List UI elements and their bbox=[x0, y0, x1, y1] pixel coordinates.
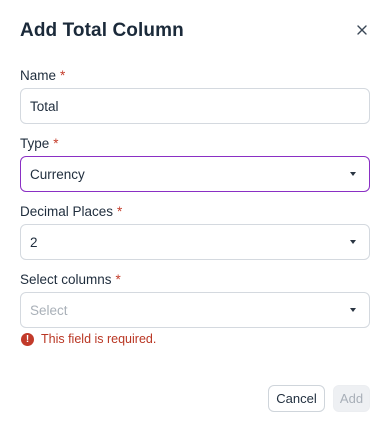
decimal-places-select[interactable]: 2 bbox=[20, 224, 370, 260]
add-total-column-dialog: Add Total Column Name * Total Type * Curre… bbox=[0, 0, 388, 436]
type-select-value: Currency bbox=[30, 166, 85, 182]
type-select[interactable]: Currency bbox=[20, 156, 370, 192]
close-icon[interactable] bbox=[354, 22, 370, 38]
decimal-places-label-text: Decimal Places bbox=[20, 204, 114, 219]
add-button[interactable]: Add bbox=[333, 385, 370, 412]
select-columns-error: ! This field is required. bbox=[21, 332, 156, 346]
name-input[interactable]: Total bbox=[20, 88, 370, 124]
name-label-text: Name bbox=[20, 68, 57, 83]
chevron-down-icon bbox=[350, 240, 356, 244]
error-icon: ! bbox=[21, 332, 34, 346]
cancel-button[interactable]: Cancel bbox=[268, 385, 325, 412]
type-label: Type * bbox=[20, 136, 59, 151]
chevron-down-icon bbox=[350, 172, 356, 176]
name-label: Name * bbox=[20, 68, 65, 83]
required-mark: * bbox=[117, 204, 123, 219]
chevron-down-icon bbox=[350, 308, 356, 312]
dialog-title: Add Total Column bbox=[20, 20, 184, 41]
required-mark: * bbox=[53, 136, 59, 151]
error-message: This field is required. bbox=[41, 332, 157, 346]
select-columns-placeholder: Select bbox=[30, 302, 68, 318]
select-columns-select[interactable]: Select bbox=[20, 292, 370, 328]
select-columns-label-text: Select columns bbox=[20, 272, 112, 287]
required-mark: * bbox=[60, 68, 66, 83]
name-input-value: Total bbox=[30, 98, 59, 114]
decimal-places-label: Decimal Places * bbox=[20, 204, 122, 219]
decimal-places-select-value: 2 bbox=[30, 234, 38, 250]
type-label-text: Type bbox=[20, 136, 50, 151]
select-columns-label: Select columns * bbox=[20, 272, 121, 287]
required-mark: * bbox=[115, 272, 121, 287]
